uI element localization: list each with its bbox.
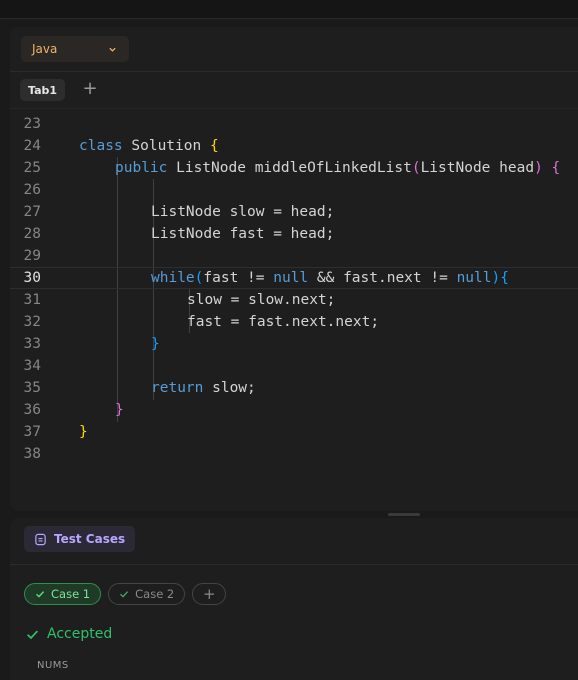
code-line: 35 return slow; <box>10 377 578 399</box>
line-text: public ListNode middleOfLinkedList(ListN… <box>115 160 561 176</box>
line-text: return slow; <box>151 380 256 396</box>
test-cases-icon <box>35 533 46 545</box>
code-line: 33} <box>10 333 578 355</box>
tab-test-cases[interactable]: Test Cases <box>24 526 136 552</box>
line-number: 26 <box>23 182 41 198</box>
editor-tab-bar: Tab1 + <box>10 72 578 109</box>
line-text: ListNode fast = head; <box>151 226 335 242</box>
line-number: 34 <box>23 358 41 374</box>
code-line: 25 public ListNode middleOfLinkedList(Lis… <box>10 157 578 179</box>
plus-icon[interactable]: + <box>82 78 98 100</box>
code-editor-panel: Java Tab1 + 23 24 class Solution { 25 publ… <box>10 27 578 511</box>
code-line: 27 ListNode slow = head; <box>10 201 578 223</box>
panel-resize-handle[interactable] <box>388 513 420 516</box>
editor-toolbar: Java <box>10 27 578 72</box>
test-panel-header: Test Cases <box>10 518 578 565</box>
code-line: 34 <box>10 355 578 377</box>
line-number: 27 <box>23 204 41 220</box>
code-line: 23 <box>10 113 578 135</box>
line-number: 29 <box>23 248 41 264</box>
code-line-current: 30 while(fast != null && fast.next != nul… <box>10 267 578 289</box>
check-icon <box>120 591 129 598</box>
line-number: 38 <box>23 446 41 462</box>
code-line: 26 <box>10 179 578 201</box>
case-1-button[interactable]: Case 1 <box>24 583 102 605</box>
code-line: 37} <box>10 421 578 443</box>
line-text: ListNode slow = head; <box>151 204 335 220</box>
input-label-nums: NUMS <box>37 660 69 671</box>
case-2-button[interactable]: Case 2 <box>108 583 186 605</box>
line-text: slow = slow.next; <box>187 292 336 308</box>
code-area[interactable]: 23 24 class Solution { 25 public ListNode … <box>10 113 578 465</box>
line-number: 31 <box>23 292 41 308</box>
case-label: Case 2 <box>135 587 175 601</box>
plus-icon: + <box>202 585 216 603</box>
code-line: 32 fast = fast.next.next; <box>10 311 578 333</box>
line-number: 32 <box>23 314 41 330</box>
line-text: while(fast != null && fast.next != null)… <box>151 270 509 286</box>
line-number: 36 <box>23 402 41 418</box>
tab-label: Tab1 <box>28 83 58 97</box>
line-number: 23 <box>23 116 41 132</box>
language-label: Java <box>32 42 58 56</box>
code-line: 38 <box>10 443 578 465</box>
code-line: 29 <box>10 245 578 267</box>
line-text: class Solution { <box>79 138 219 154</box>
language-select[interactable]: Java <box>21 36 129 62</box>
line-number: 37 <box>23 424 41 440</box>
line-text: } <box>151 336 160 352</box>
code-line: 31 slow = slow.next; <box>10 289 578 311</box>
tab-tab1[interactable]: Tab1 <box>20 79 66 101</box>
line-number: 30 <box>23 270 41 286</box>
chevron-down-icon <box>109 47 116 52</box>
case-label: Case 1 <box>51 587 91 601</box>
check-icon <box>27 629 39 639</box>
add-case-button[interactable]: + <box>192 583 227 605</box>
test-cases-panel: Test Cases Case 1 Case 2 + Accepted NUMS <box>10 518 578 680</box>
line-number: 24 <box>23 138 41 154</box>
line-number: 35 <box>23 380 41 396</box>
line-number: 33 <box>23 336 41 352</box>
tab-label: Test Cases <box>54 532 126 546</box>
code-line: 28 ListNode fast = head; <box>10 223 578 245</box>
case-list: Case 1 Case 2 + <box>24 583 227 605</box>
check-icon <box>36 591 45 598</box>
result-status: Accepted <box>26 626 112 642</box>
top-bar <box>0 0 578 19</box>
code-line: 36} <box>10 399 578 421</box>
line-number: 25 <box>23 160 41 176</box>
line-text: fast = fast.next.next; <box>187 314 380 330</box>
line-number: 28 <box>23 226 41 242</box>
line-text: } <box>79 424 88 440</box>
status-text: Accepted <box>47 626 113 642</box>
code-line: 24 class Solution { <box>10 135 578 157</box>
line-text: } <box>115 402 124 418</box>
